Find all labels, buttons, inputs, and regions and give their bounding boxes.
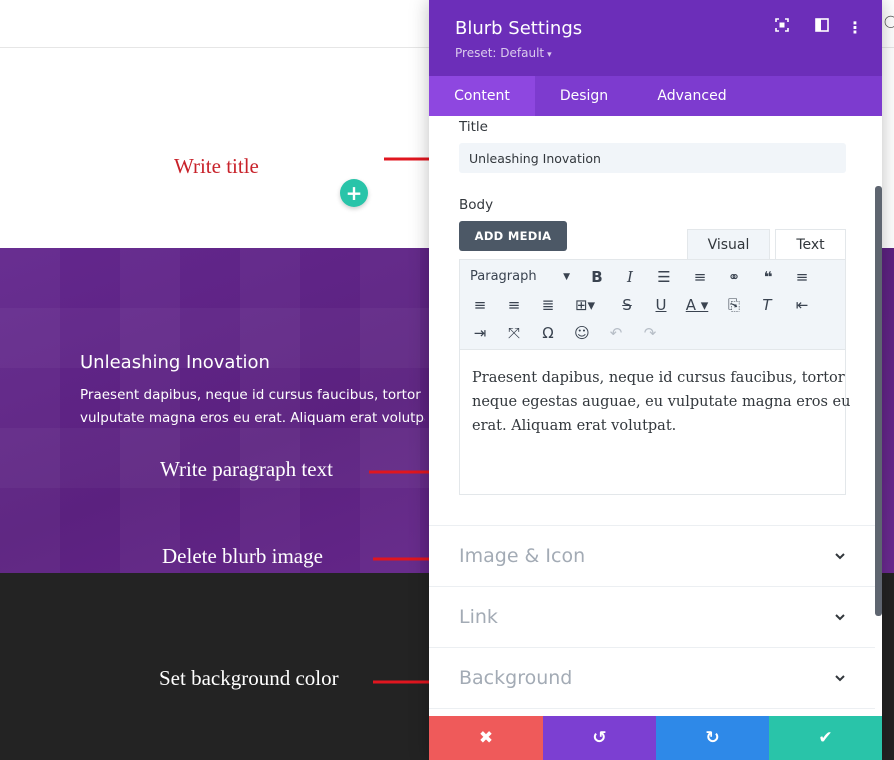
body-editor[interactable]: Praesent dapibus, neque id cursus faucib…: [459, 350, 851, 495]
save-button[interactable]: ✔: [769, 716, 882, 760]
chevron-down-icon: [835, 614, 845, 621]
paste-icon[interactable]: ⎘: [722, 294, 746, 316]
panel-scrollbar[interactable]: [875, 186, 882, 616]
editor-tab-text[interactable]: Text: [775, 229, 846, 260]
tab-design[interactable]: Design: [535, 76, 633, 116]
body-field-label: Body: [459, 197, 494, 213]
annotation-delete-image: Delete blurb image: [162, 544, 323, 568]
justify-icon[interactable]: ≣: [536, 294, 560, 316]
blurb-body-line: Praesent dapibus, neque id cursus faucib…: [80, 387, 425, 403]
panel-tabs: Content Design Advanced: [429, 76, 882, 116]
annotation-set-background: Set background color: [159, 666, 339, 690]
annotation-write-paragraph: Write paragraph text: [160, 457, 333, 481]
body-text-line: neque egestas auguae, eu vulputate magna…: [472, 394, 851, 410]
blurb-title-preview: Unleashing Inovation: [80, 352, 270, 373]
section-link[interactable]: Link: [459, 602, 846, 632]
section-label: Link: [459, 606, 498, 628]
bold-icon[interactable]: B: [585, 266, 609, 288]
format-select[interactable]: Paragraph ▼: [470, 266, 570, 288]
divider: [429, 525, 875, 526]
discard-button[interactable]: ✖: [429, 716, 543, 760]
blurb-settings-panel: Blurb Settings Preset: Default ▾ ⋮ Conten…: [429, 0, 882, 760]
strikethrough-icon[interactable]: S: [615, 294, 639, 316]
blurb-body-line: vulputate magna eros eu erat. Aliquam er…: [80, 410, 425, 426]
panel-header: Blurb Settings Preset: Default ▾ ⋮: [429, 0, 882, 76]
divider: [429, 647, 875, 648]
blurb-body-preview: Praesent dapibus, neque id cursus faucib…: [80, 384, 425, 430]
section-label: Image & Icon: [459, 545, 586, 567]
add-module-button[interactable]: +: [340, 179, 368, 207]
format-value: Paragraph: [470, 269, 537, 284]
annotation-write-title: Write title: [174, 154, 259, 178]
redo-icon[interactable]: ↷: [638, 322, 662, 344]
body-text-line: erat. Aliquam erat volutpat.: [472, 418, 677, 434]
indent-icon[interactable]: ⇥: [468, 322, 492, 344]
undo-button[interactable]: ↺: [543, 716, 656, 760]
bullet-list-icon[interactable]: ☰: [652, 266, 676, 288]
clear-formatting-icon[interactable]: T: [755, 294, 779, 316]
panel-footer: ✖ ↺ ↻ ✔: [429, 716, 882, 760]
body-text-line: Praesent dapibus, neque id cursus faucib…: [472, 370, 845, 386]
divider: [429, 708, 875, 709]
numbered-list-icon[interactable]: ≡: [688, 266, 712, 288]
section-label: Background: [459, 667, 573, 689]
text-color-icon[interactable]: A ▾: [680, 294, 714, 316]
section-image-icon[interactable]: Image & Icon: [459, 541, 846, 571]
more-options-icon[interactable]: ⋮: [846, 18, 864, 38]
preset-label: Preset: Default: [455, 46, 545, 60]
tab-content[interactable]: Content: [429, 76, 535, 116]
italic-icon[interactable]: I: [618, 266, 642, 288]
link-icon[interactable]: ⚭: [722, 266, 746, 288]
chevron-down-icon: [835, 675, 845, 682]
divider: [429, 586, 875, 587]
expand-icon[interactable]: [773, 18, 791, 38]
editor-tab-visual[interactable]: Visual: [687, 229, 770, 260]
add-media-button[interactable]: ADD MEDIA: [459, 221, 567, 251]
caret-down-icon: ▾: [547, 50, 552, 60]
blockquote-icon[interactable]: ❝: [756, 266, 780, 288]
caret-down-icon: ▼: [563, 272, 570, 282]
panel-title: Blurb Settings: [455, 18, 583, 39]
cursor-glyph-icon: ◯: [884, 14, 894, 28]
fullscreen-icon[interactable]: ⤧: [502, 322, 526, 344]
special-character-icon[interactable]: Ω: [536, 322, 560, 344]
table-icon[interactable]: ⊞▾: [570, 294, 600, 316]
editor-toolbar: Paragraph ▼ B I ☰ ≡ ⚭ ❝ ≡ ≡ ≡ ≣ ⊞▾ S U A …: [459, 259, 846, 350]
title-field-label: Title: [459, 119, 488, 135]
align-center-icon[interactable]: ≡: [468, 294, 492, 316]
undo-icon[interactable]: ↶: [604, 322, 628, 344]
background-pattern-tile: [0, 248, 60, 573]
title-input[interactable]: [459, 143, 846, 173]
sidebar-toggle-icon[interactable]: [813, 18, 831, 38]
preset-selector[interactable]: Preset: Default ▾: [455, 46, 552, 60]
tab-advanced[interactable]: Advanced: [633, 76, 751, 116]
redo-button[interactable]: ↻: [656, 716, 769, 760]
align-right-icon[interactable]: ≡: [502, 294, 526, 316]
align-left-icon[interactable]: ≡: [790, 266, 814, 288]
outdent-icon[interactable]: ⇤: [790, 294, 814, 316]
chevron-down-icon: [835, 553, 845, 560]
underline-icon[interactable]: U: [649, 294, 673, 316]
emoji-icon[interactable]: ☺: [570, 322, 594, 344]
section-background[interactable]: Background: [459, 663, 846, 693]
